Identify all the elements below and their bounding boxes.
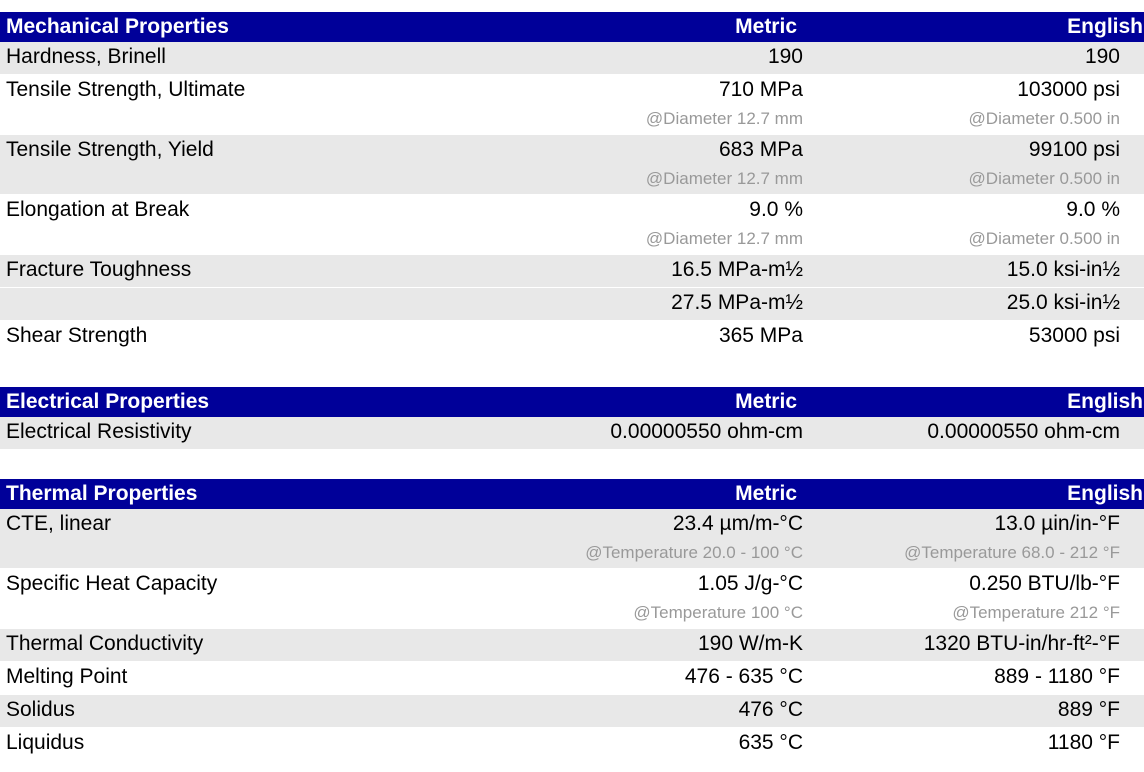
property-name: Tensile Strength, Yield (0, 134, 480, 195)
thermal-properties-table: Thermal Properties Metric English CTE, l… (0, 479, 1144, 760)
table-row: CTE, linear 23.4 µm/m-°C @Temperature 20… (0, 509, 1144, 569)
english-cell: 13.0 µin/in-°F @Temperature 68.0 - 212 °… (806, 509, 1144, 569)
property-name: Hardness, Brinell (0, 42, 480, 75)
property-name: Tensile Strength, Ultimate (0, 74, 480, 135)
table-row: Hardness, Brinell 190 190 (0, 42, 1144, 75)
table-row: Electrical Resistivity 0.00000550 ohm-cm… (0, 417, 1144, 449)
property-name: Thermal Conductivity (0, 628, 480, 662)
table-row: 27.5 MPa-m½ 25.0 ksi-in½ (0, 287, 1144, 321)
metric-value: 683 MPa (718, 138, 803, 161)
mechanical-properties-table: Mechanical Properties Metric English Har… (0, 12, 1144, 353)
english-condition: @Diameter 0.500 in (968, 229, 1120, 248)
english-condition: @Diameter 0.500 in (968, 109, 1120, 128)
metric-condition: @Diameter 12.7 mm (645, 169, 803, 188)
table-row: Tensile Strength, Yield 683 MPa @Diamete… (0, 134, 1144, 195)
english-value: 53000 psi (806, 320, 1144, 353)
metric-column-header: Metric (480, 387, 806, 417)
metric-condition: @Diameter 12.7 mm (645, 109, 803, 128)
english-cell: 99100 psi @Diameter 0.500 in (806, 134, 1144, 195)
table-row: Fracture Toughness 16.5 MPa-m½ 15.0 ksi-… (0, 254, 1144, 288)
property-name: Fracture Toughness (0, 254, 480, 288)
english-column-header: English (806, 387, 1144, 417)
metric-condition: @Temperature 100 °C (633, 603, 803, 622)
english-value: 99100 psi (1028, 138, 1120, 161)
table-row: Elongation at Break 9.0 % @Diameter 12.7… (0, 194, 1144, 255)
english-condition: @Temperature 68.0 - 212 °F (904, 543, 1120, 562)
metric-cell: 23.4 µm/m-°C @Temperature 20.0 - 100 °C (480, 509, 806, 569)
english-value: 9.0 % (1066, 198, 1120, 221)
property-name: Solidus (0, 694, 480, 728)
metric-value: 190 W/m-K (480, 628, 806, 662)
table-row: Melting Point 476 - 635 °C 889 - 1180 °F (0, 661, 1144, 695)
metric-cell: 1.05 J/g-°C @Temperature 100 °C (480, 568, 806, 629)
english-cell: 9.0 % @Diameter 0.500 in (806, 194, 1144, 255)
metric-value: 635 °C (480, 727, 806, 760)
metric-value: 365 MPa (480, 320, 806, 353)
section-title: Electrical Properties (0, 387, 480, 417)
metric-value: 23.4 µm/m-°C (672, 512, 803, 535)
table-row: Liquidus 635 °C 1180 °F (0, 727, 1144, 760)
property-name: Melting Point (0, 661, 480, 695)
table-row: Solidus 476 °C 889 °F (0, 694, 1144, 728)
property-name (0, 287, 480, 321)
metric-value: 0.00000550 ohm-cm (480, 417, 806, 449)
metric-value: 27.5 MPa-m½ (480, 287, 806, 321)
metric-cell: 710 MPa @Diameter 12.7 mm (480, 74, 806, 135)
property-name: Shear Strength (0, 320, 480, 353)
section-header: Thermal Properties Metric English (0, 479, 1144, 509)
english-condition: @Temperature 212 °F (952, 603, 1120, 622)
english-condition: @Diameter 0.500 in (968, 169, 1120, 188)
metric-value: 16.5 MPa-m½ (480, 254, 806, 288)
property-name: Electrical Resistivity (0, 417, 480, 449)
english-value: 889 - 1180 °F (806, 661, 1144, 695)
metric-value: 9.0 % (749, 198, 803, 221)
english-value: 1180 °F (806, 727, 1144, 760)
section-title: Thermal Properties (0, 479, 480, 509)
english-value: 190 (806, 42, 1144, 75)
metric-condition: @Temperature 20.0 - 100 °C (585, 543, 803, 562)
english-value: 15.0 ksi-in½ (806, 254, 1144, 288)
english-column-header: English (806, 479, 1144, 509)
property-name: Specific Heat Capacity (0, 568, 480, 629)
english-value: 1320 BTU-in/hr-ft²-°F (806, 628, 1144, 662)
english-cell: 0.250 BTU/lb-°F @Temperature 212 °F (806, 568, 1144, 629)
electrical-properties-table: Electrical Properties Metric English Ele… (0, 387, 1144, 449)
metric-value: 476 °C (480, 694, 806, 728)
property-name: CTE, linear (0, 509, 480, 569)
section-title: Mechanical Properties (0, 12, 480, 42)
metric-column-header: Metric (480, 12, 806, 42)
table-row: Shear Strength 365 MPa 53000 psi (0, 320, 1144, 353)
metric-value: 710 MPa (718, 78, 803, 101)
metric-value: 476 - 635 °C (480, 661, 806, 695)
properties-page: Mechanical Properties Metric English Har… (0, 0, 1144, 760)
english-cell: 103000 psi @Diameter 0.500 in (806, 74, 1144, 135)
english-value: 889 °F (806, 694, 1144, 728)
english-value: 25.0 ksi-in½ (806, 287, 1144, 321)
metric-value: 1.05 J/g-°C (697, 572, 803, 595)
english-value: 13.0 µin/in-°F (994, 512, 1120, 535)
table-row: Tensile Strength, Ultimate 710 MPa @Diam… (0, 74, 1144, 135)
metric-cell: 683 MPa @Diameter 12.7 mm (480, 134, 806, 195)
property-name: Liquidus (0, 727, 480, 760)
section-header: Electrical Properties Metric English (0, 387, 1144, 417)
metric-cell: 9.0 % @Diameter 12.7 mm (480, 194, 806, 255)
metric-condition: @Diameter 12.7 mm (645, 229, 803, 248)
property-name: Elongation at Break (0, 194, 480, 255)
english-column-header: English (806, 12, 1144, 42)
metric-column-header: Metric (480, 479, 806, 509)
table-row: Thermal Conductivity 190 W/m-K 1320 BTU-… (0, 628, 1144, 662)
table-row: Specific Heat Capacity 1.05 J/g-°C @Temp… (0, 568, 1144, 629)
metric-value: 190 (480, 42, 806, 75)
english-value: 0.00000550 ohm-cm (806, 417, 1144, 449)
section-header: Mechanical Properties Metric English (0, 12, 1144, 42)
english-value: 0.250 BTU/lb-°F (969, 572, 1120, 595)
english-value: 103000 psi (1017, 78, 1120, 101)
